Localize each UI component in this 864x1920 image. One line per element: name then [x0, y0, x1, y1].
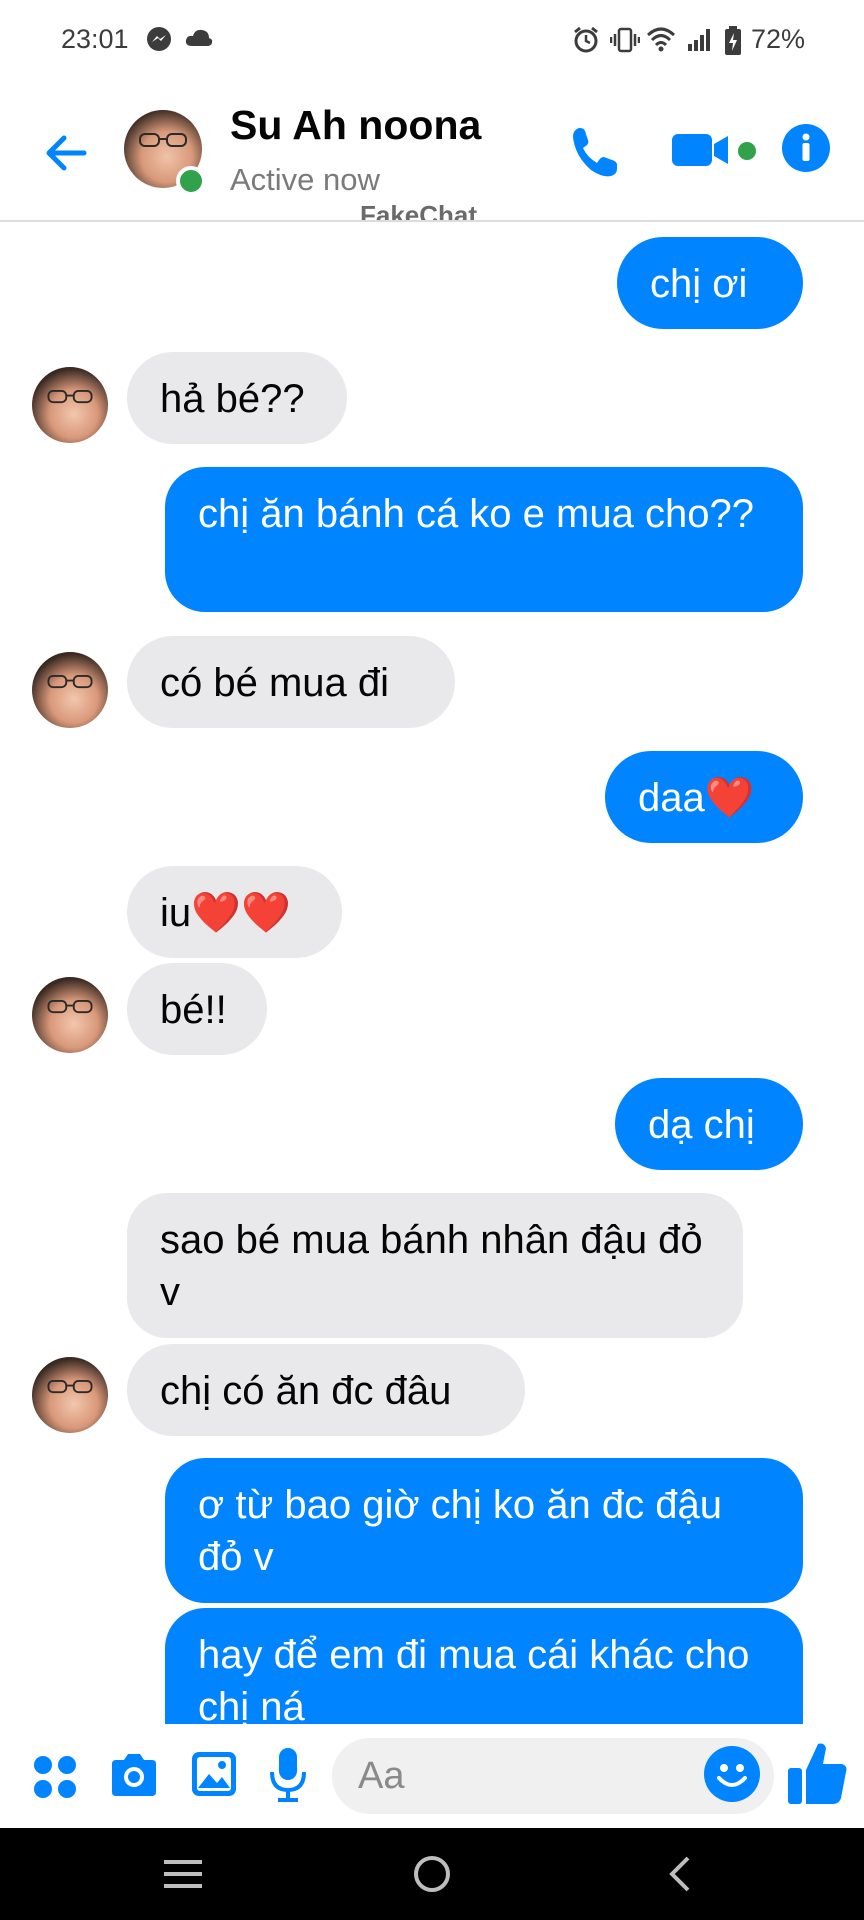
message-received[interactable]: hả bé??: [127, 352, 347, 444]
status-bar: 23:01 72%: [0, 0, 864, 80]
home-icon[interactable]: [407, 1852, 457, 1896]
battery-percentage: 72%: [751, 24, 806, 54]
recent-apps-icon[interactable]: [158, 1852, 208, 1896]
microphone-icon[interactable]: [268, 1746, 308, 1804]
glasses-shape: [47, 389, 93, 404]
wifi-icon: [646, 27, 676, 52]
cloud-icon: [185, 29, 213, 46]
message-sent[interactable]: ơ từ bao giờ chị ko ăn đc đậu đỏ v: [165, 1458, 803, 1603]
sender-avatar[interactable]: [32, 1357, 108, 1433]
message-sent[interactable]: chị ơi: [617, 237, 803, 329]
thumbs-up-icon[interactable]: [786, 1740, 850, 1806]
back-arrow-icon[interactable]: [40, 125, 96, 181]
contact-active-status: Active now: [230, 162, 380, 197]
message-received[interactable]: iu❤️❤️: [127, 866, 342, 958]
glasses-shape: [47, 999, 93, 1014]
message-sent[interactable]: dạ chị: [615, 1078, 803, 1170]
battery-icon: [725, 26, 741, 55]
message-received[interactable]: sao bé mua bánh nhân đậu đỏ v: [127, 1193, 743, 1338]
message-composer: [0, 1724, 864, 1828]
gallery-icon[interactable]: [190, 1750, 238, 1798]
vibrate-icon: [610, 27, 640, 53]
camera-icon[interactable]: [108, 1752, 160, 1798]
smiley-face: [717, 1764, 747, 1787]
message-received[interactable]: có bé mua đi: [127, 636, 455, 728]
emoji-icon[interactable]: [704, 1746, 760, 1802]
glasses-shape: [47, 674, 93, 689]
back-icon[interactable]: [656, 1852, 706, 1896]
info-icon[interactable]: [782, 124, 830, 172]
video-call-icon[interactable]: [670, 128, 734, 172]
alarm-icon: [574, 26, 598, 53]
contact-name[interactable]: Su Ah noona: [230, 102, 481, 149]
message-sent[interactable]: chị ăn bánh cá ko e mua cho??: [165, 467, 803, 612]
apps-icon[interactable]: [32, 1754, 78, 1800]
online-indicator: [176, 166, 206, 196]
message-sent[interactable]: daa❤️: [605, 751, 803, 843]
info-glyph: [802, 133, 810, 161]
message-sent[interactable]: hay để em đi mua cái khác cho chị ná: [165, 1608, 803, 1728]
status-time: 23:01: [61, 24, 129, 54]
sender-avatar[interactable]: [32, 367, 108, 443]
sender-avatar[interactable]: [32, 977, 108, 1053]
watermark-text: FakeChat: [360, 200, 478, 220]
video-active-dot: [738, 142, 756, 160]
conversation-header: Su Ah noona Active now FakeChat: [0, 80, 864, 222]
messenger-icon: [147, 27, 171, 51]
phone-call-icon[interactable]: [565, 122, 625, 182]
glasses-shape: [139, 133, 187, 147]
system-navigation-bar: [0, 1828, 864, 1920]
message-received[interactable]: chị có ăn đc đâu: [127, 1344, 525, 1436]
glasses-shape: [47, 1379, 93, 1394]
message-received[interactable]: bé!!: [127, 963, 267, 1055]
signal-icon: [688, 29, 710, 51]
sender-avatar[interactable]: [32, 652, 108, 728]
